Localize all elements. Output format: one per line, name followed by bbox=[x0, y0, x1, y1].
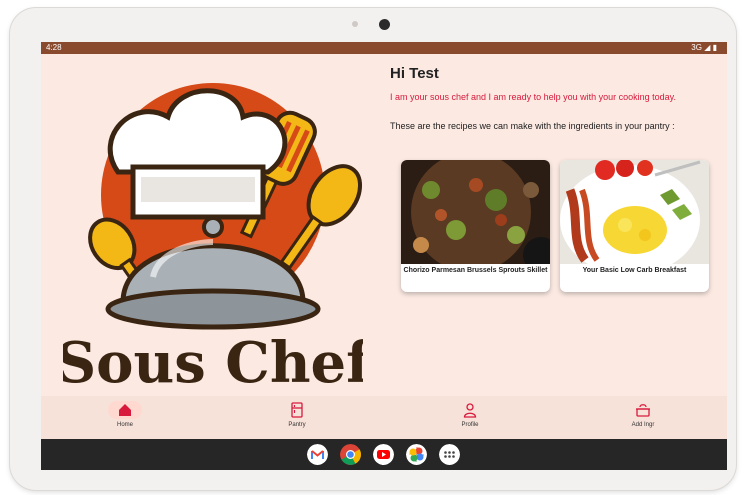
home-icon bbox=[119, 404, 131, 416]
status-indicators: 3G ◢ ▮ bbox=[691, 42, 717, 54]
status-bar: 4:28 3G ◢ ▮ bbox=[41, 42, 727, 54]
nav-label: Pantry bbox=[288, 422, 306, 428]
pantry-recipes-text: These are the recipes we can make with t… bbox=[390, 121, 675, 131]
person-icon bbox=[463, 403, 477, 418]
nav-label: Profile bbox=[461, 422, 479, 428]
nav-profile[interactable]: Profile bbox=[425, 400, 515, 436]
photos-icon[interactable] bbox=[406, 444, 427, 465]
status-time: 4:28 bbox=[46, 43, 62, 52]
recipe-card[interactable]: Your Basic Low Carb Breakfast bbox=[560, 160, 709, 292]
fridge-icon bbox=[291, 402, 303, 418]
sensor-dot bbox=[352, 21, 358, 27]
recipe-title: Chorizo Parmesan Brussels Sprouts Skille… bbox=[403, 267, 548, 274]
gmail-icon[interactable] bbox=[307, 444, 328, 465]
youtube-icon[interactable] bbox=[373, 444, 394, 465]
logo-text: Sous Chef bbox=[63, 330, 363, 396]
nav-add-ingredient[interactable]: Add Ingr bbox=[598, 400, 688, 436]
intro-text: I am your sous chef and I am ready to he… bbox=[390, 92, 676, 102]
nav-home[interactable]: Home bbox=[80, 400, 170, 436]
nav-label: Home bbox=[116, 422, 133, 428]
recipe-card[interactable]: Chorizo Parmesan Brussels Sprouts Skille… bbox=[401, 160, 550, 292]
app-drawer-icon[interactable] bbox=[439, 444, 460, 465]
app-screen: 4:28 3G ◢ ▮ Sous Chef Hi Test I am your … bbox=[41, 42, 727, 470]
cooking-pot-icon bbox=[636, 404, 650, 417]
network-type: 3G bbox=[691, 43, 702, 52]
nav-pantry[interactable]: Pantry bbox=[252, 400, 342, 436]
bottom-navigation: Home Pantry Profile Add Ingr bbox=[41, 396, 727, 439]
front-camera bbox=[379, 19, 390, 30]
battery-icon: ▮ bbox=[712, 43, 717, 52]
sous-chef-logo: Sous Chef bbox=[63, 83, 363, 396]
recipe-image bbox=[401, 160, 550, 264]
greeting-title: Hi Test bbox=[390, 65, 439, 82]
system-taskbar bbox=[41, 439, 727, 470]
recipe-title: Your Basic Low Carb Breakfast bbox=[582, 267, 687, 274]
signal-icon: ◢ bbox=[704, 43, 711, 52]
chrome-icon[interactable] bbox=[340, 444, 361, 465]
nav-label: Add Ingr bbox=[631, 422, 655, 428]
recipe-image bbox=[560, 160, 709, 264]
